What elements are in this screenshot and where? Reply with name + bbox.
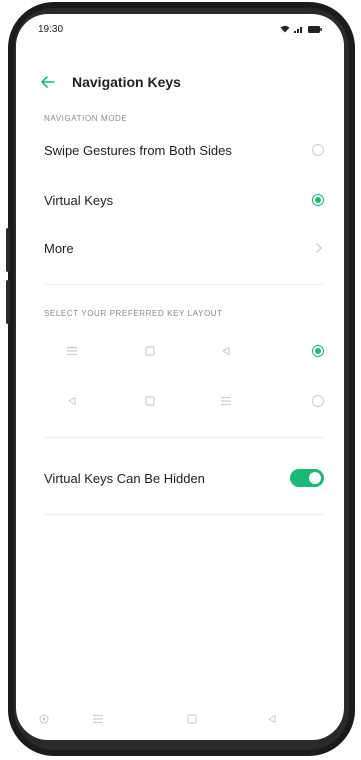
divider	[44, 514, 324, 515]
virtual-keys-hidden-toggle[interactable]	[290, 469, 324, 487]
option-virtual-keys[interactable]: Virtual Keys	[44, 186, 324, 214]
radio-key-layout-1[interactable]	[312, 345, 324, 357]
back-arrow-icon	[41, 76, 55, 88]
status-time: 19:30	[38, 24, 64, 35]
page-title: Navigation Keys	[72, 74, 181, 90]
wifi-icon	[280, 25, 290, 33]
option-label: Virtual Keys Can Be Hidden	[44, 470, 205, 486]
signal-icon	[294, 27, 302, 33]
divider	[44, 437, 324, 438]
settings-icon[interactable]	[38, 713, 50, 725]
back-button[interactable]	[38, 72, 58, 92]
back-triangle-icon[interactable]	[266, 713, 278, 725]
option-swipe-gestures[interactable]: Swipe Gestures from Both Sides	[44, 136, 324, 164]
option-label: Swipe Gestures from Both Sides	[44, 142, 232, 158]
battery-icon	[308, 25, 322, 33]
square-icon	[144, 395, 156, 407]
radio-swipe-gestures[interactable]	[312, 144, 324, 156]
option-virtual-keys-hidden[interactable]: Virtual Keys Can Be Hidden	[44, 464, 324, 492]
square-icon	[144, 345, 156, 357]
option-more[interactable]: More	[44, 234, 324, 262]
status-icons	[280, 25, 322, 33]
system-navigation-bar	[16, 704, 344, 734]
radio-virtual-keys[interactable]	[312, 194, 324, 206]
section-key-layout: SELECT YOUR PREFERRED KEY LAYOUT	[44, 309, 223, 318]
power-button	[6, 280, 10, 324]
key-layout-option-2[interactable]	[44, 389, 324, 413]
key-layout-option-1[interactable]	[44, 339, 324, 363]
status-bar: 19:30	[38, 24, 322, 38]
back-triangle-icon	[220, 345, 232, 357]
square-icon[interactable]	[186, 713, 198, 725]
menu-icon	[66, 345, 78, 357]
chevron-right-icon	[316, 243, 322, 253]
radio-key-layout-2[interactable]	[312, 395, 324, 407]
option-label: Virtual Keys	[44, 192, 114, 208]
section-navigation-mode: NAVIGATION MODE	[44, 114, 128, 123]
screen: 19:30 Navigation Keys NAVIGATION MODE Sw…	[16, 14, 344, 740]
option-label: More	[44, 240, 74, 256]
back-triangle-icon	[66, 395, 78, 407]
menu-icon[interactable]	[92, 713, 104, 725]
page-header: Navigation Keys	[38, 70, 322, 94]
menu-icon	[220, 395, 232, 407]
volume-button	[6, 228, 10, 272]
divider	[44, 284, 324, 285]
